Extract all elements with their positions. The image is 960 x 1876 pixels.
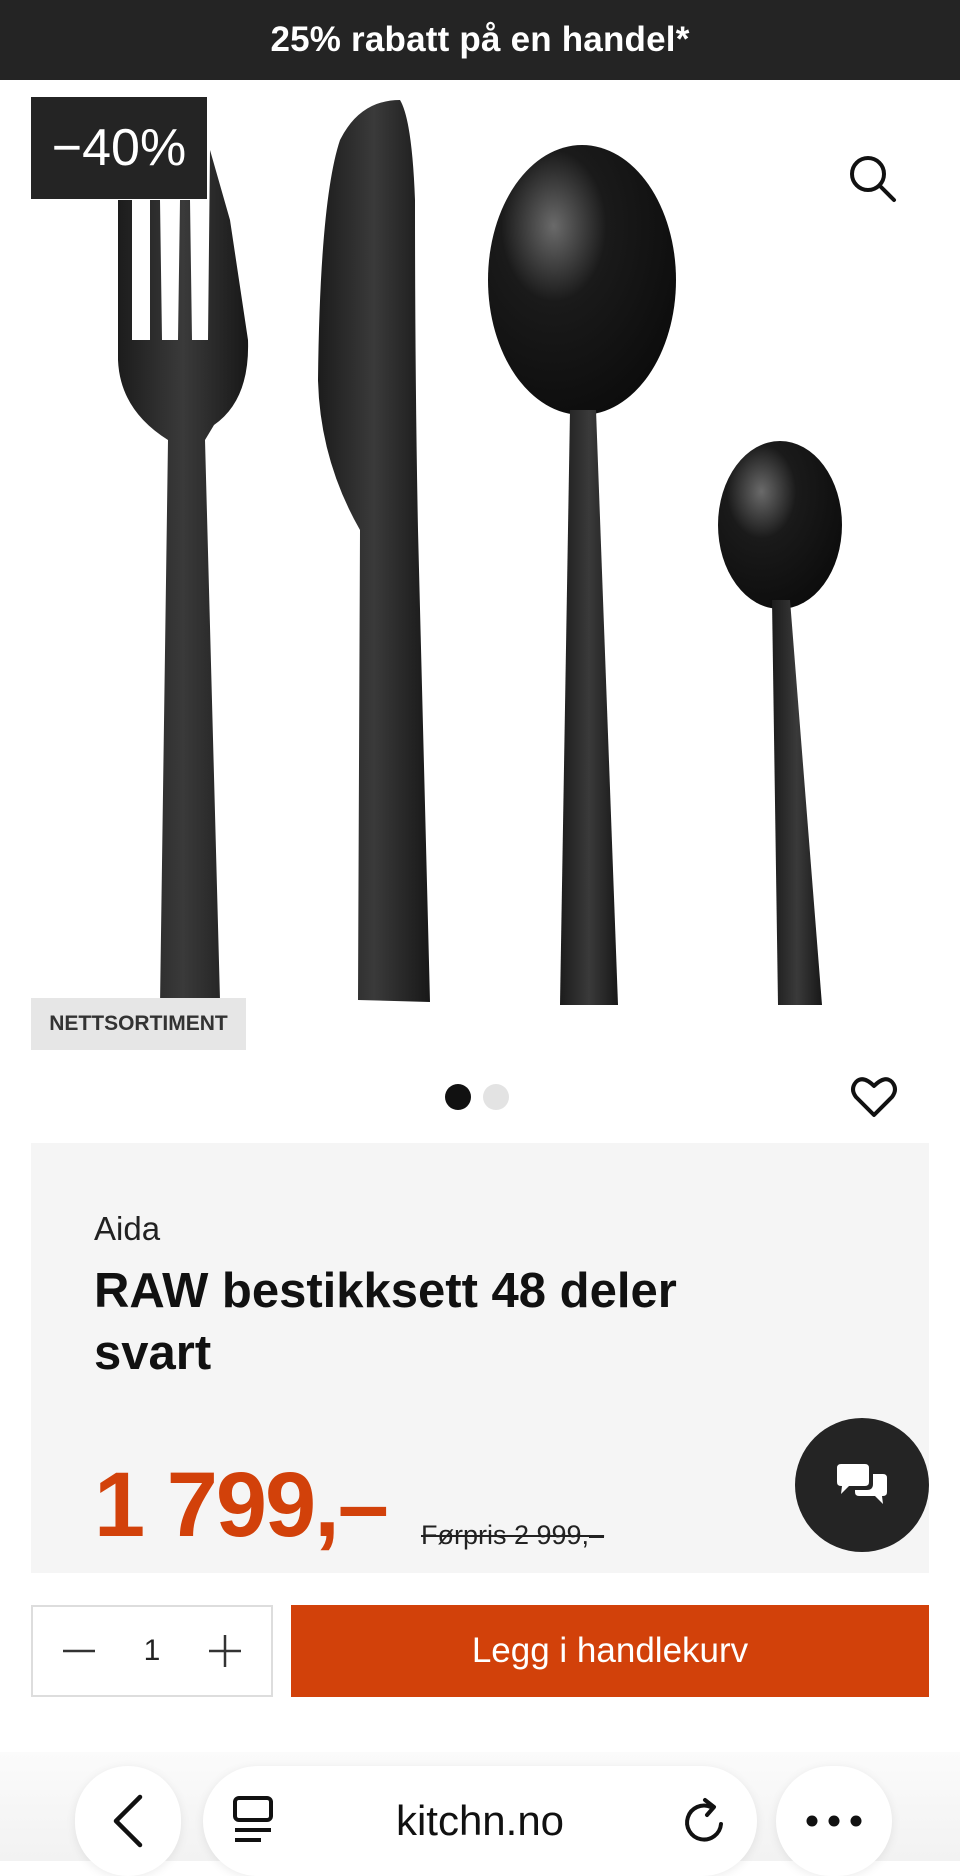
more-icon <box>806 1815 862 1827</box>
product-title: RAW bestikksett 48 deler svart <box>94 1264 677 1380</box>
add-to-cart-button[interactable]: Legg i handlekurv <box>291 1605 929 1697</box>
tabs-button[interactable] <box>231 1796 275 1846</box>
product-image-carousel[interactable] <box>0 80 960 1080</box>
online-assortment-tag: NETTSORTIMENT <box>31 998 246 1050</box>
minus-icon <box>63 1649 95 1653</box>
plus-icon <box>209 1635 241 1667</box>
quantity-stepper: 1 <box>31 1605 273 1697</box>
discount-badge: −40% <box>31 97 207 199</box>
tabs-icon <box>233 1796 273 1842</box>
reload-icon <box>685 1798 723 1842</box>
chat-icon <box>837 1464 887 1504</box>
product-info-card: Aida RAW bestikksett 48 deler svart 1 79… <box>31 1143 929 1573</box>
back-icon <box>113 1794 143 1848</box>
favorite-button[interactable] <box>848 1071 900 1123</box>
back-button[interactable] <box>75 1766 181 1876</box>
browser-toolbar: kitchn.no <box>0 1752 960 1876</box>
quantity-value[interactable]: 1 <box>144 1634 161 1668</box>
product-image <box>118 100 842 1005</box>
url-text[interactable]: kitchn.no <box>396 1797 564 1845</box>
address-bar[interactable]: kitchn.no <box>203 1766 757 1876</box>
search-button[interactable] <box>846 152 900 206</box>
reload-button[interactable] <box>681 1796 729 1846</box>
carousel-dot-1[interactable] <box>445 1084 471 1110</box>
product-brand[interactable]: Aida <box>94 1210 160 1248</box>
knife-graphic <box>318 100 430 1002</box>
carousel-dot-2[interactable] <box>483 1084 509 1110</box>
more-button[interactable] <box>776 1766 892 1876</box>
teaspoon-graphic <box>718 441 842 1005</box>
chat-button[interactable] <box>795 1418 929 1552</box>
previous-price: Førpris 2 999,– <box>421 1520 605 1550</box>
fork-graphic <box>118 150 249 1005</box>
decrease-quantity-button[interactable] <box>59 1631 99 1671</box>
promo-text: 25% rabatt på en handel* <box>270 20 690 59</box>
product-price: 1 799,– <box>94 1454 389 1556</box>
search-icon <box>850 156 896 202</box>
promo-banner[interactable]: 25% rabatt på en handel* <box>0 0 960 80</box>
carousel-dots <box>445 1084 509 1110</box>
heart-icon <box>851 1077 897 1117</box>
tablespoon-graphic <box>488 145 676 1005</box>
increase-quantity-button[interactable] <box>205 1631 245 1671</box>
